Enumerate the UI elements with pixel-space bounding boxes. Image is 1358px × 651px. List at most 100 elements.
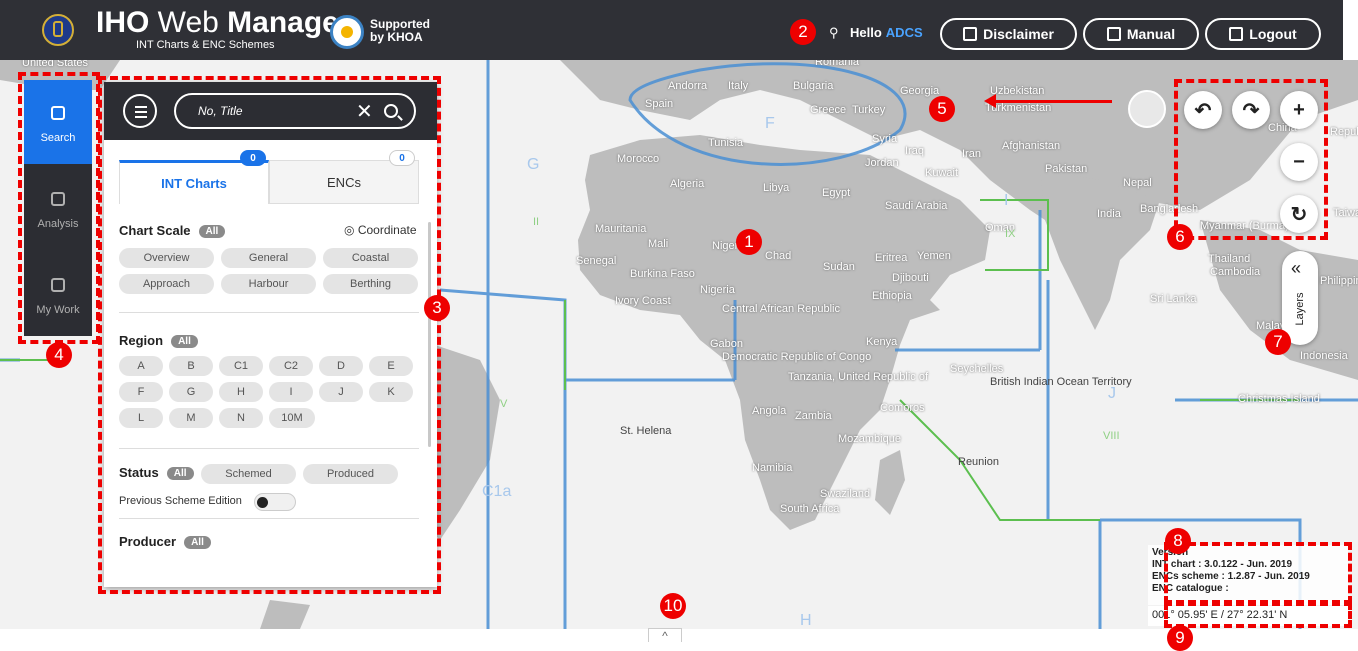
- label-mali: Mali: [648, 238, 669, 250]
- label-italy: Italy: [728, 80, 749, 92]
- label-jordan: Jordan: [865, 157, 899, 169]
- landmass-south-america-tip: [260, 600, 310, 629]
- subzone-v: V: [500, 398, 508, 410]
- label-iraq: Iraq: [905, 145, 924, 157]
- label-drc: Democratic Republic of Congo: [722, 351, 872, 363]
- app-title: IHO Web Manager: [96, 8, 351, 38]
- label-namibia: Namibia: [752, 462, 793, 474]
- label-reunion: Reunion: [958, 456, 999, 468]
- label-mozambique: Mozambique: [838, 433, 901, 445]
- disclaimer-label: Disclaimer: [983, 26, 1054, 42]
- annotation-1: 1: [736, 229, 762, 255]
- landmass-madagascar: [875, 450, 905, 515]
- layers-label: Layers: [1294, 292, 1306, 326]
- label-comoros: Comoros: [880, 402, 925, 414]
- label-senegal: Senegal: [576, 255, 617, 267]
- label-nepal: Nepal: [1123, 177, 1152, 189]
- lock-icon: [1229, 27, 1244, 41]
- label-nigeria: Nigeria: [700, 284, 735, 296]
- landmass-india: [1040, 170, 1160, 330]
- download-icon: [1106, 27, 1121, 41]
- subzone-ix: IX: [1005, 228, 1016, 240]
- annotation-5: 5: [929, 96, 955, 122]
- layers-toggle[interactable]: « Layers: [1282, 251, 1318, 345]
- label-sri-lanka: Sri Lanka: [1150, 293, 1197, 305]
- label-central-african-republic: Central African Republic: [722, 303, 841, 315]
- annotation-7: 7: [1265, 329, 1291, 355]
- greeting: Hello ADCS: [850, 25, 923, 40]
- label-mauritania: Mauritania: [595, 223, 647, 235]
- annotation-2: 2: [790, 19, 816, 45]
- label-sudan: Sudan: [823, 261, 855, 273]
- label-korea: Republic of Korea: [1330, 126, 1358, 138]
- khoa-logo-icon: [330, 15, 364, 49]
- label-swaziland: Swaziland: [820, 488, 871, 500]
- label-philippines: Philippines: [1320, 275, 1358, 287]
- logout-label: Logout: [1249, 26, 1297, 42]
- label-india: India: [1097, 208, 1121, 220]
- label-tunisia: Tunisia: [708, 137, 744, 149]
- brand-web: Web: [149, 6, 228, 39]
- annotation-8: 8: [1165, 528, 1191, 554]
- label-indonesia: Indonesia: [1300, 350, 1348, 362]
- label-pakistan: Pakistan: [1045, 163, 1088, 175]
- annotation-10: 10: [660, 593, 686, 619]
- annotation-box-3: [98, 76, 441, 594]
- label-algeria: Algeria: [670, 178, 705, 190]
- manual-label: Manual: [1126, 26, 1176, 42]
- zone-c1a: C1a: [482, 483, 512, 500]
- label-turkey: Turkey: [852, 104, 886, 116]
- label-ivory-coast: Ivory Coast: [615, 295, 671, 307]
- annotation-3: 3: [424, 295, 450, 321]
- label-afghanistan: Afghanistan: [1002, 140, 1061, 152]
- annotation-box-4: [18, 72, 100, 344]
- subzone-viii: VIII: [1103, 430, 1120, 442]
- label-chad: Chad: [765, 250, 792, 262]
- annotation-box-9: [1164, 602, 1352, 628]
- label-egypt: Egypt: [822, 187, 851, 199]
- label-bulgaria: Bulgaria: [793, 80, 834, 92]
- label-georgia: Georgia: [900, 85, 940, 97]
- label-kenya: Kenya: [866, 336, 898, 348]
- label-cambodia: Cambodia: [1210, 266, 1261, 278]
- label-morocco: Morocco: [617, 153, 660, 165]
- chevron-left-icon: «: [1291, 258, 1302, 278]
- chevron-up-icon: ^: [662, 629, 668, 643]
- label-spain: Spain: [645, 98, 674, 110]
- label-tanzania: Tanzania, United Republic of: [788, 371, 929, 383]
- app-subtitle: INT Charts & ENC Schemes: [136, 39, 275, 51]
- annotation-box-6: [1174, 79, 1328, 240]
- bottom-panel-toggle[interactable]: ^: [648, 628, 682, 643]
- subzone-ii: II: [533, 216, 540, 228]
- label-syria: Syria: [872, 133, 898, 145]
- label-eritrea: Eritrea: [875, 252, 908, 264]
- top-bar: IHO Web Manager INT Charts & ENC Schemes…: [0, 0, 1343, 60]
- label-niger: Niger: [712, 240, 739, 252]
- manual-button[interactable]: Manual: [1083, 18, 1199, 50]
- iho-logo-icon: [42, 14, 74, 46]
- zone-h: H: [800, 612, 812, 629]
- label-greece: Greece: [810, 104, 847, 116]
- label-seychelles: Seychelles: [950, 363, 1004, 375]
- annotation-6: 6: [1167, 224, 1193, 250]
- zone-i: I: [1004, 192, 1009, 209]
- label-zambia: Zambia: [795, 410, 832, 422]
- label-burkina-faso: Burkina Faso: [630, 268, 695, 280]
- annotation-box-8: [1164, 542, 1352, 604]
- label-saudi-arabia: Saudi Arabia: [885, 200, 948, 212]
- logout-button[interactable]: Logout: [1205, 18, 1321, 50]
- label-ethiopia: Ethiopia: [872, 290, 912, 302]
- label-uzbekistan: Uzbekistan: [990, 85, 1045, 97]
- label-thailand: Thailand: [1208, 253, 1251, 265]
- annotation-9: 9: [1167, 625, 1193, 651]
- globe-icon[interactable]: [1128, 90, 1166, 128]
- document-icon: [963, 27, 978, 41]
- user-icon: ⚲: [829, 25, 839, 40]
- label-gabon: Gabon: [710, 338, 744, 350]
- label-kuwait: Kuwait: [925, 167, 959, 179]
- supported-by-label: Supported by KHOA: [370, 17, 430, 44]
- zone-g: G: [527, 156, 540, 173]
- brand-iho: IHO: [96, 6, 150, 39]
- label-andorra: Andorra: [668, 80, 708, 92]
- disclaimer-button[interactable]: Disclaimer: [940, 18, 1077, 50]
